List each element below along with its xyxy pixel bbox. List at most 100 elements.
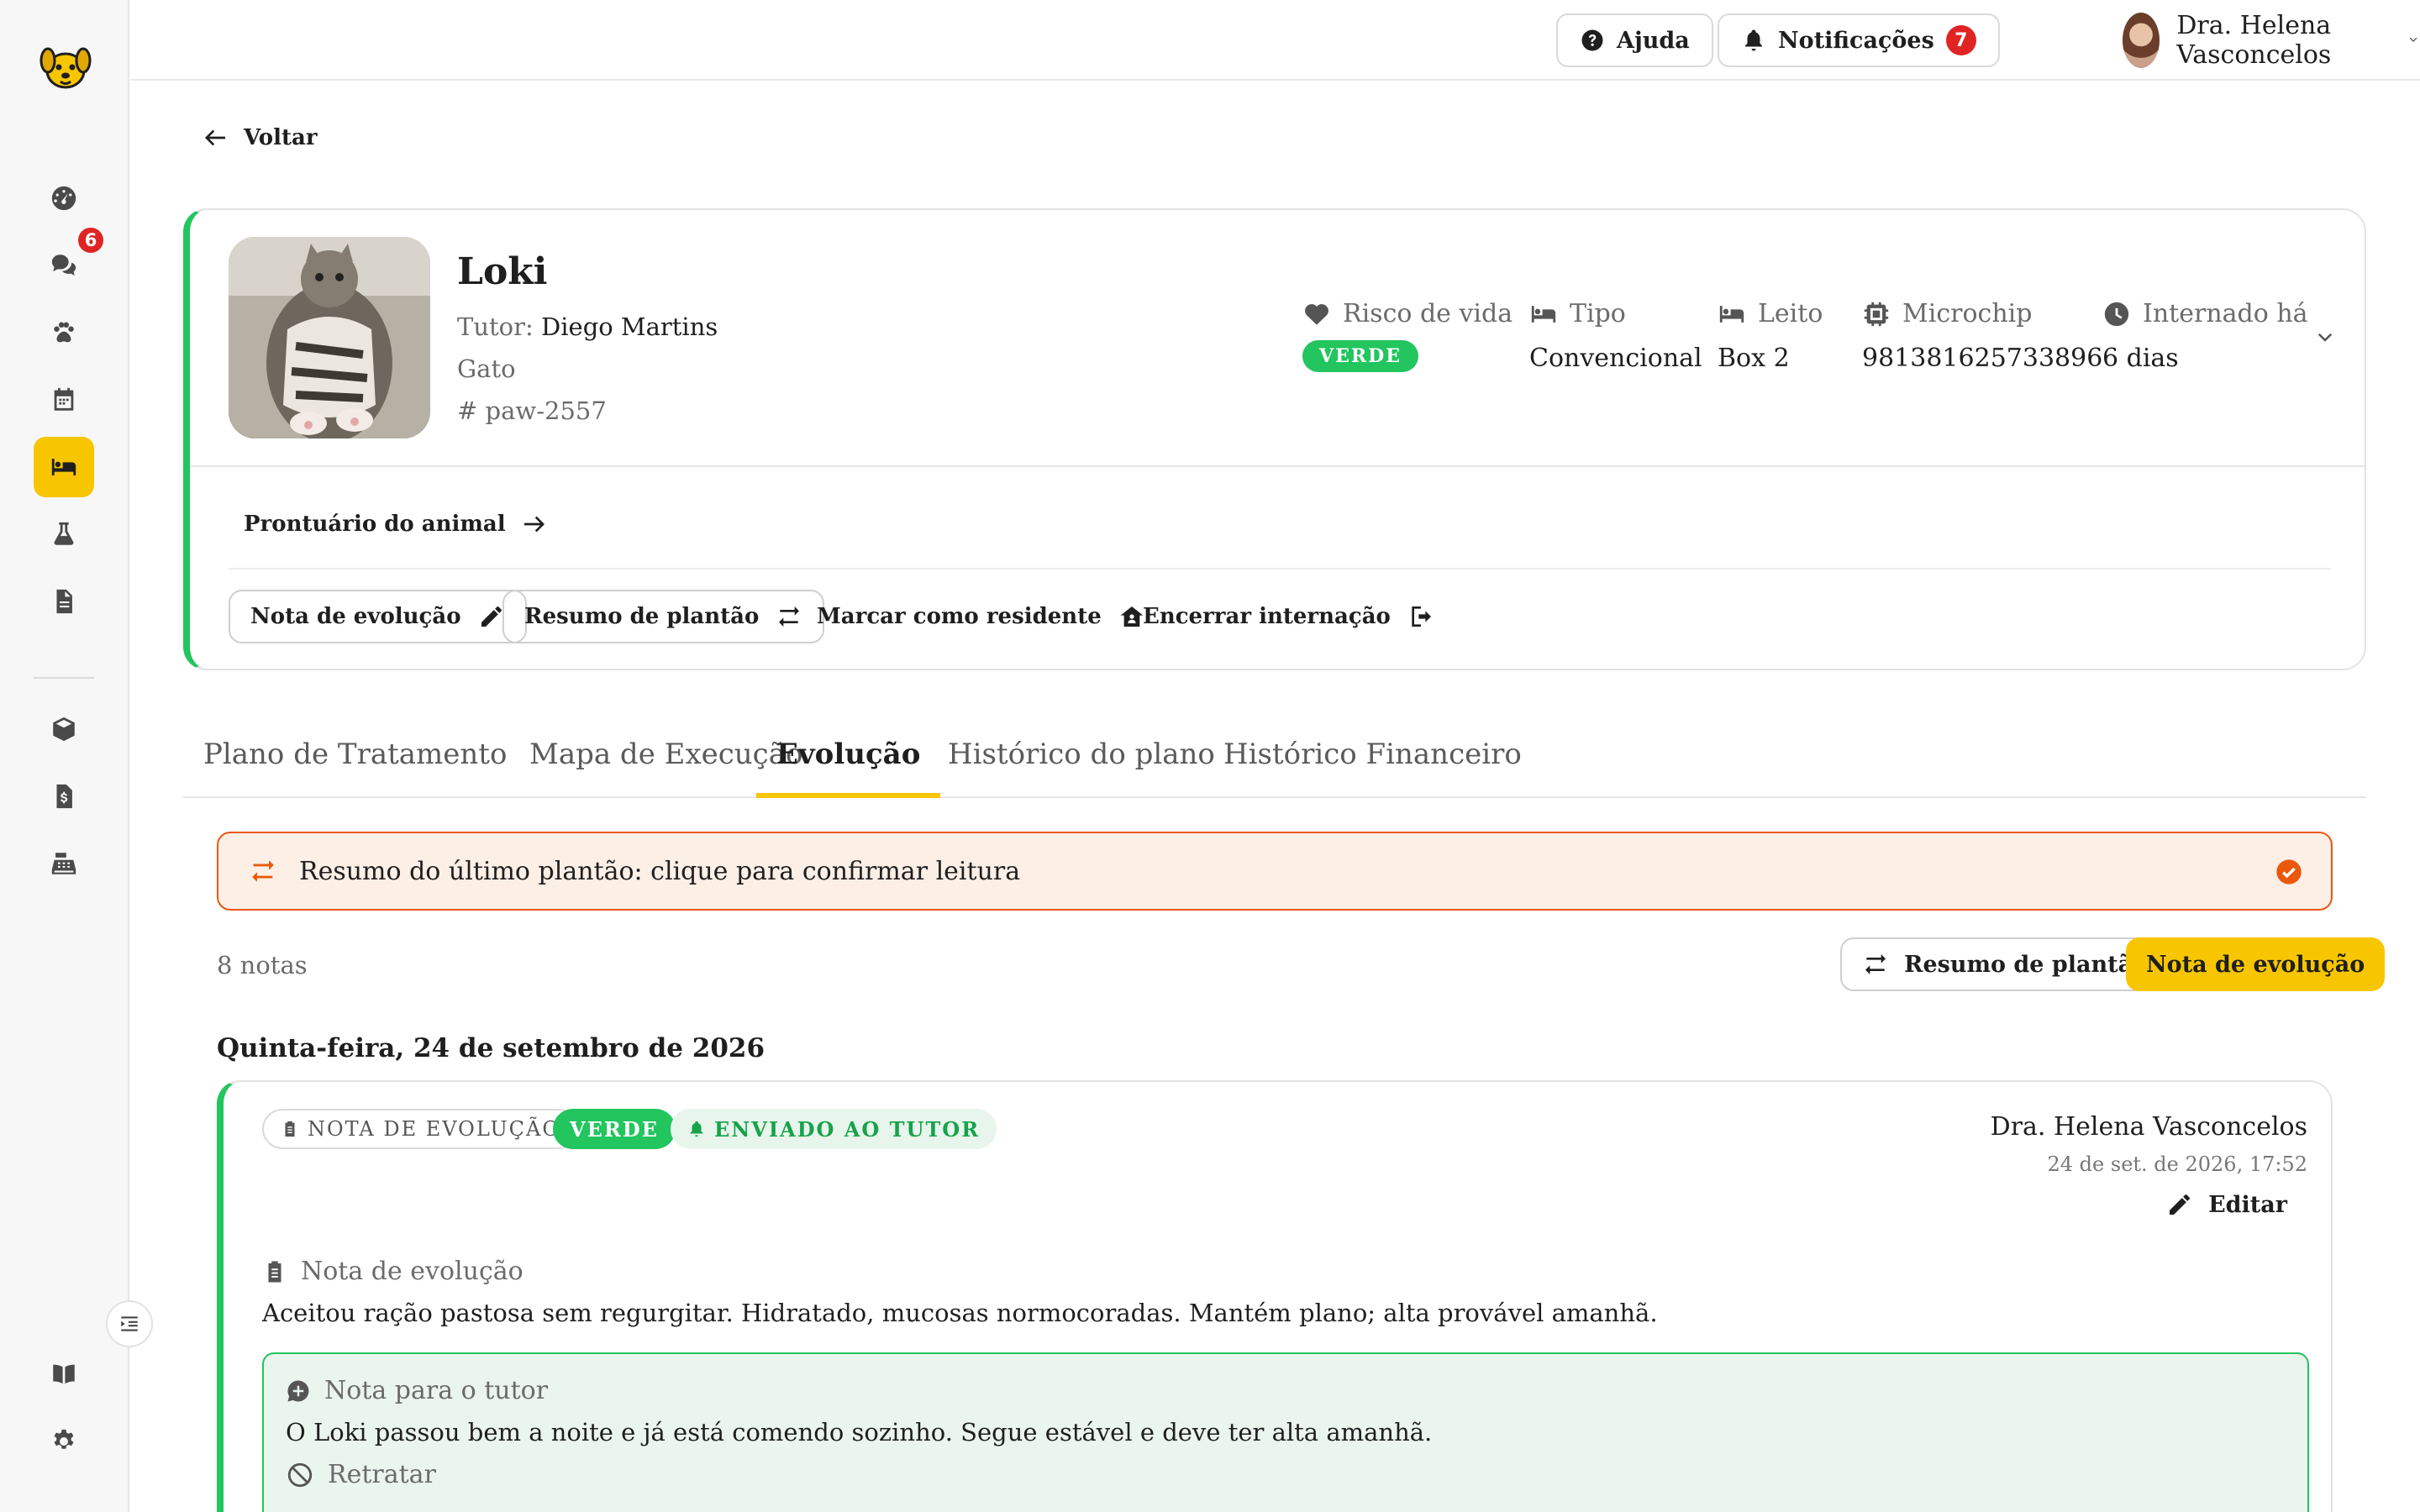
chat-unread-badge: 6 bbox=[76, 225, 106, 255]
bell-icon bbox=[1745, 29, 1762, 51]
pet-name: Loki bbox=[457, 250, 548, 293]
lab-flask-icon[interactable] bbox=[34, 504, 94, 564]
mark-resident-label: Marcar como residente bbox=[817, 604, 1102, 629]
stay-label: Internado há bbox=[2143, 299, 2308, 328]
paw-icon[interactable] bbox=[34, 302, 94, 363]
edit-label: Editar bbox=[2208, 1191, 2287, 1218]
retract-button[interactable]: Retratar bbox=[286, 1460, 436, 1489]
tab-treatment-plan[interactable]: Plano de Tratamento bbox=[183, 738, 527, 798]
hospitalization-bed-icon[interactable] bbox=[34, 437, 94, 497]
bed-label: Leito bbox=[1758, 299, 1823, 328]
tutor-note-heading: Nota para o tutor bbox=[286, 1376, 548, 1405]
help-button[interactable]: Ajuda bbox=[1556, 13, 1713, 67]
tutor-note-box: Nota para o tutor O Loki passou bem a no… bbox=[262, 1352, 2309, 1512]
microchip-label: Microchip bbox=[1902, 299, 2033, 328]
tutor-note-label: Nota para o tutor bbox=[324, 1376, 549, 1405]
type-label: Tipo bbox=[1570, 299, 1626, 328]
tutor-line: Tutor: Diego Martins bbox=[457, 312, 718, 341]
note-sent-label: ENVIADO AO TUTOR bbox=[714, 1116, 981, 1142]
stat-microchip: Microchip 981381625733896 bbox=[1862, 299, 2102, 373]
pencil-icon bbox=[481, 606, 502, 627]
sidebar-collapse-button[interactable] bbox=[106, 1300, 153, 1347]
clock-icon bbox=[2104, 302, 2129, 326]
stat-risk: Risco de vida VERDE bbox=[1302, 299, 1512, 372]
note-author: Dra. Helena Vasconcelos bbox=[1990, 1112, 2307, 1142]
patient-card: Loki Tutor: Diego Martins Gato # paw-255… bbox=[183, 208, 2366, 670]
chat-plus-icon bbox=[287, 1379, 309, 1401]
date-heading: Quinta-feira, 24 de setembro de 2026 bbox=[217, 1033, 765, 1063]
notifications-count-badge: 7 bbox=[1945, 25, 1976, 55]
mark-resident-button[interactable]: Marcar como residente bbox=[797, 590, 1165, 643]
indent-list-icon bbox=[121, 1316, 138, 1331]
shift-summary-alert[interactable]: Resumo do último plantão: clique para co… bbox=[217, 832, 2333, 911]
settings-gear-icon[interactable] bbox=[34, 1411, 94, 1472]
cash-register-icon[interactable] bbox=[34, 833, 94, 894]
bed-value: Box 2 bbox=[1718, 344, 1790, 373]
notifications-button[interactable]: Notificações 7 bbox=[1718, 13, 2000, 67]
medical-record-link[interactable]: Prontuário do animal bbox=[244, 511, 548, 538]
swap-arrows-icon bbox=[1865, 954, 1886, 974]
chat-icon[interactable]: 6 bbox=[34, 225, 106, 296]
bed-icon bbox=[1719, 305, 1744, 323]
arrow-left-icon bbox=[205, 129, 225, 146]
user-name: Dra. Helena Vasconcelos bbox=[2176, 11, 2332, 70]
microchip-value: 981381625733896 bbox=[1862, 344, 2103, 373]
note-body-text: Aceitou ração pastosa sem regurgitar. Hi… bbox=[262, 1299, 1658, 1327]
user-menu[interactable]: Dra. Helena Vasconcelos bbox=[2123, 11, 2420, 70]
edit-note-button[interactable]: Editar bbox=[2166, 1191, 2287, 1218]
evolution-note-card: NOTA DE EVOLUÇÃO VERDE ENVIADO AO TUTOR … bbox=[217, 1080, 2333, 1512]
document-icon[interactable] bbox=[34, 571, 94, 632]
dog-logo-icon[interactable] bbox=[37, 37, 94, 94]
sidebar: 6 bbox=[0, 0, 129, 1512]
evolution-note-button[interactable]: Nota de evolução bbox=[229, 590, 527, 643]
sidebar-divider bbox=[34, 677, 94, 679]
swap-arrows-icon bbox=[252, 860, 274, 882]
back-label: Voltar bbox=[244, 125, 318, 150]
shift-summary-button[interactable]: Resumo de plantão bbox=[502, 590, 825, 643]
question-circle-icon bbox=[1581, 29, 1603, 51]
clipboard-icon bbox=[285, 1121, 295, 1137]
pet-id: paw-2557 bbox=[485, 396, 607, 425]
hash-icon: # bbox=[457, 396, 478, 425]
exit-icon bbox=[1412, 606, 1431, 627]
alert-text: Resumo do último plantão: clique para co… bbox=[299, 856, 1021, 886]
note-sent-tag: ENVIADO AO TUTOR bbox=[671, 1109, 997, 1149]
tab-financial-history[interactable]: Histórico Financeiro bbox=[1203, 738, 1542, 798]
bell-icon bbox=[690, 1121, 703, 1137]
note-type-label: NOTA DE EVOLUÇÃO bbox=[308, 1117, 561, 1141]
invoice-dollar-icon[interactable] bbox=[34, 766, 94, 827]
calendar-icon[interactable] bbox=[34, 370, 94, 430]
box-icon[interactable] bbox=[34, 699, 94, 759]
end-stay-button[interactable]: Encerrar internação bbox=[1123, 590, 1455, 643]
note-body-label: Nota de evolução bbox=[301, 1257, 523, 1286]
clipboard-icon bbox=[268, 1261, 281, 1282]
pencil-icon bbox=[2170, 1194, 2191, 1215]
tab-evolution[interactable]: Evolução bbox=[756, 738, 941, 798]
pet-photo bbox=[229, 237, 430, 438]
shift-summary-label: Resumo de plantão bbox=[524, 604, 760, 629]
avatar bbox=[2123, 13, 2160, 68]
note-body-heading: Nota de evolução bbox=[262, 1257, 523, 1286]
tutor-name[interactable]: Diego Martins bbox=[541, 312, 718, 341]
note-type-tag: NOTA DE EVOLUÇÃO bbox=[262, 1109, 580, 1149]
new-evolution-note-button[interactable]: Nota de evolução bbox=[2126, 937, 2386, 991]
card-divider bbox=[190, 465, 2365, 467]
notes-count: 8 notas bbox=[217, 951, 308, 979]
heart-pulse-icon bbox=[1305, 303, 1328, 325]
retract-label: Retratar bbox=[328, 1460, 436, 1489]
pet-id-line: # paw-2557 bbox=[457, 396, 607, 425]
tab-bar: Plano de Tratamento Mapa de Execução Evo… bbox=[183, 722, 2366, 798]
back-link[interactable]: Voltar bbox=[202, 124, 318, 151]
dashboard-icon[interactable] bbox=[34, 168, 94, 228]
check-circle-icon[interactable] bbox=[2275, 858, 2302, 885]
book-icon[interactable] bbox=[34, 1344, 94, 1404]
expand-chevron-icon[interactable] bbox=[2312, 326, 2338, 351]
stay-value: 6 dias bbox=[2102, 344, 2179, 373]
notifications-label: Notificações bbox=[1778, 27, 1934, 54]
tab-plan-history[interactable]: Histórico do plano bbox=[928, 738, 1235, 798]
card-divider bbox=[229, 568, 2331, 570]
tutor-label: Tutor: bbox=[457, 312, 534, 341]
new-shift-summary-button[interactable]: Resumo de plantão bbox=[1840, 937, 2170, 991]
type-value: Convencional bbox=[1529, 344, 1702, 373]
bed-icon bbox=[1531, 305, 1556, 323]
